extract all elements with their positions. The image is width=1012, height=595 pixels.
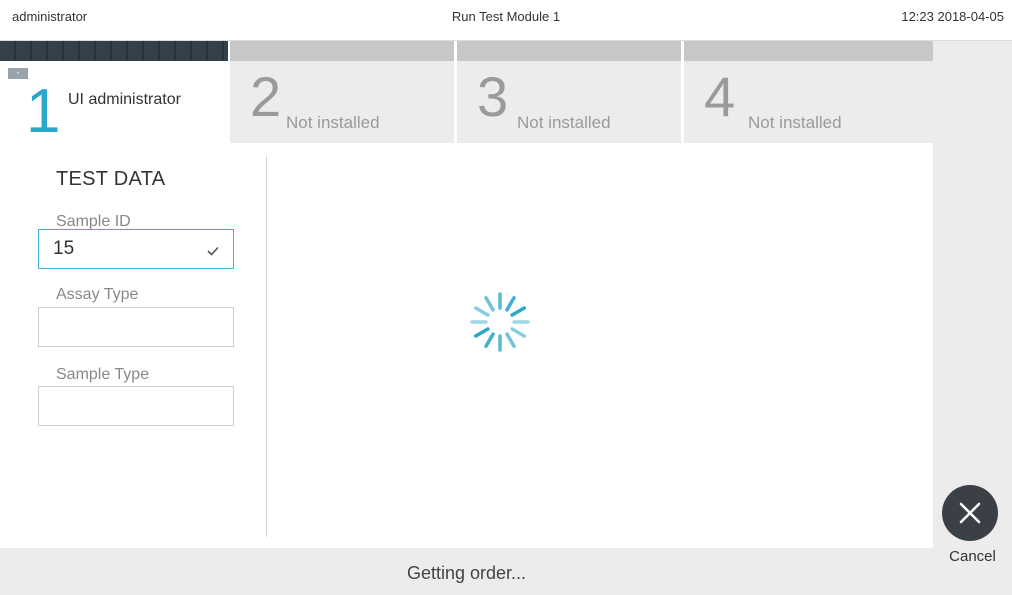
module-tabs: --:-- 1 UI administrator 2 Not installed… xyxy=(0,41,933,143)
spinner-tick xyxy=(510,327,526,338)
module-tab-4[interactable]: 4 Not installed xyxy=(684,41,933,143)
sample-type-label: Sample Type xyxy=(56,366,150,383)
module-number: 1 xyxy=(26,77,61,146)
module-number: 2 xyxy=(250,65,282,128)
close-icon xyxy=(942,485,998,541)
test-data-heading: TEST DATA xyxy=(56,168,166,190)
assay-type-field[interactable] xyxy=(38,307,234,347)
module-number: 3 xyxy=(477,65,509,128)
spinner-tick xyxy=(474,327,490,338)
module-label: Not installed xyxy=(517,113,611,132)
module-status-strip xyxy=(684,41,933,61)
module-number: 4 xyxy=(704,65,736,128)
spinner-tick xyxy=(510,306,526,317)
module-tab-2[interactable]: 2 Not installed xyxy=(230,41,454,143)
sample-type-field[interactable] xyxy=(38,386,234,426)
column-divider xyxy=(266,155,267,537)
spinner-tick xyxy=(505,332,516,348)
sample-id-field[interactable]: 15 xyxy=(38,229,234,269)
top-bar: administrator Run Test Module 1 12:23 20… xyxy=(0,0,1012,41)
status-message: Getting order... xyxy=(406,563,527,583)
module-timer-badge: --:-- xyxy=(8,68,28,100)
spinner-tick xyxy=(484,332,495,348)
spinner-tick xyxy=(474,306,490,317)
sample-id-value: 15 xyxy=(53,238,75,259)
status-bar: Getting order... xyxy=(0,548,933,595)
window-title: Run Test Module 1 xyxy=(451,9,561,24)
cancel-button[interactable]: Cancel xyxy=(934,480,1011,570)
module-label: Not installed xyxy=(748,113,842,132)
module-label: UI administrator xyxy=(68,91,181,108)
module-status-strip xyxy=(0,41,228,61)
spinner-tick xyxy=(505,296,516,312)
module-status-strip xyxy=(230,41,454,61)
module-label: Not installed xyxy=(286,113,380,132)
assay-type-label: Assay Type xyxy=(56,286,139,303)
checkmark-icon xyxy=(207,243,219,261)
loading-spinner-icon xyxy=(468,290,532,354)
module-tab-1[interactable]: --:-- 1 UI administrator xyxy=(0,41,228,143)
datetime: 12:23 2018-04-05 xyxy=(901,9,1004,24)
spinner-tick xyxy=(484,296,495,312)
module-status-strip xyxy=(457,41,681,61)
cancel-label: Cancel xyxy=(949,548,996,565)
test-data-panel: TEST DATA Sample ID 15 Assay Type Sample… xyxy=(0,143,266,548)
module-tab-3[interactable]: 3 Not installed xyxy=(457,41,681,143)
